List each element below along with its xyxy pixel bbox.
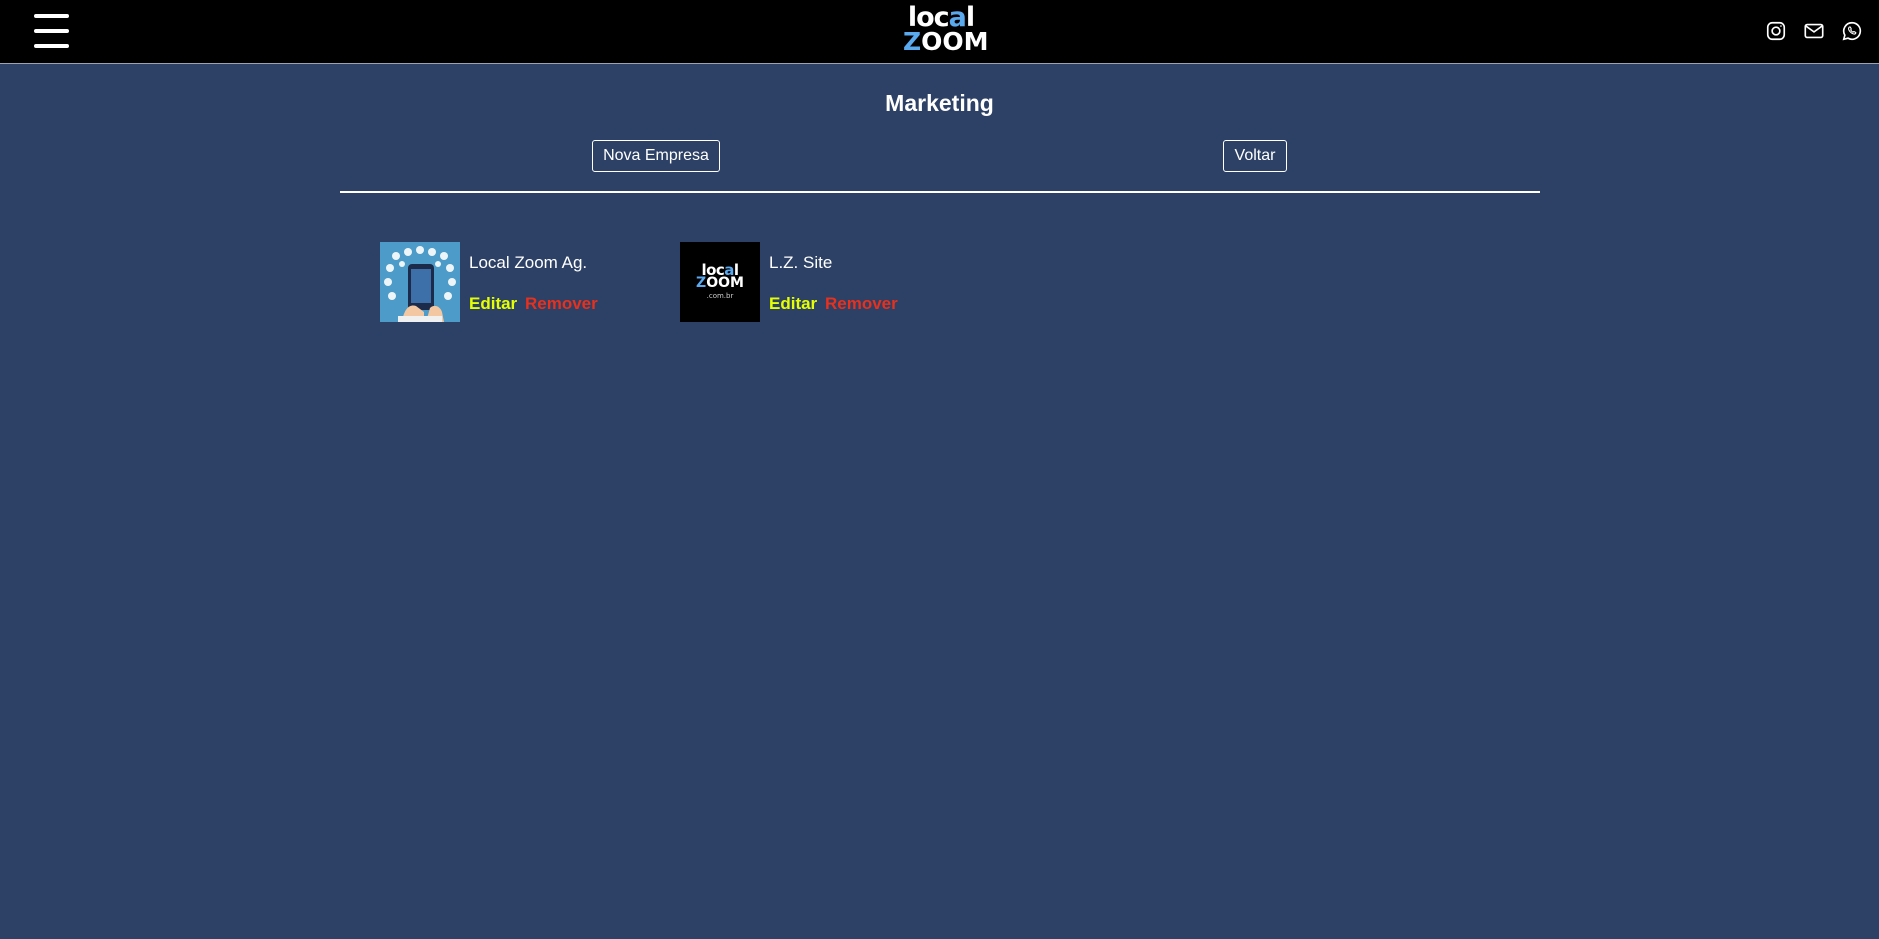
company-card: Local Zoom Ag. Editar Remover [380, 242, 640, 322]
instagram-icon[interactable] [1765, 20, 1787, 42]
company-name: L.Z. Site [769, 253, 833, 272]
company-card: local ZOOM .com.br L.Z. Site Editar Remo… [680, 242, 940, 322]
top-navbar: local ZOOM [0, 0, 1879, 64]
remove-link[interactable]: Remover [825, 294, 898, 314]
divider [340, 191, 1540, 193]
back-button[interactable]: Voltar [1223, 140, 1287, 172]
company-thumbnail: local ZOOM .com.br [680, 242, 760, 322]
whatsapp-icon[interactable] [1841, 20, 1863, 42]
edit-link[interactable]: Editar [469, 294, 517, 314]
page-title: Marketing [885, 90, 994, 116]
company-name: Local Zoom Ag. [469, 253, 588, 272]
company-thumbnail [380, 242, 460, 322]
new-company-button[interactable]: Nova Empresa [592, 140, 720, 172]
site-logo[interactable]: local ZOOM [903, 4, 989, 56]
hamburger-menu-icon[interactable] [34, 13, 69, 49]
mail-icon[interactable] [1803, 20, 1825, 42]
edit-link[interactable]: Editar [769, 294, 817, 314]
remove-link[interactable]: Remover [525, 294, 598, 314]
